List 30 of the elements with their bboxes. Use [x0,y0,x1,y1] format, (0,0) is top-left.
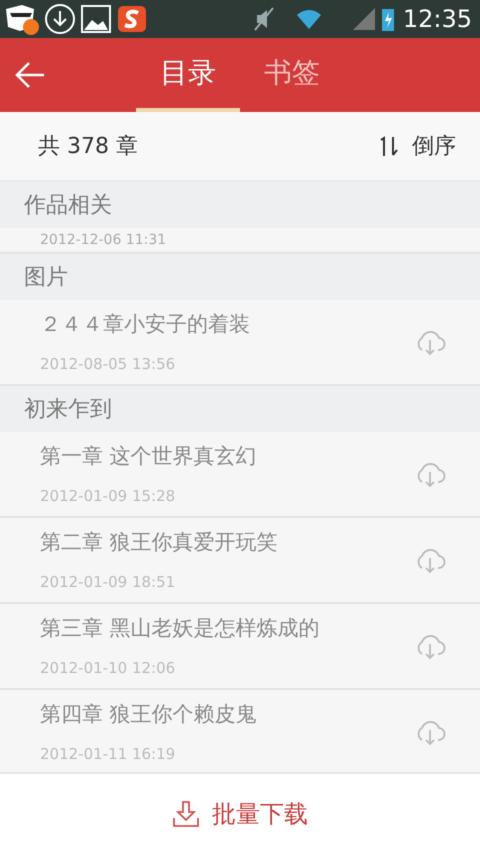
chapter-date: 2012-12-06 11:31 [40,231,166,249]
chapter-date: 2012-01-09 18:51 [40,572,176,592]
tab[interactable]: 书签 [240,38,344,112]
back-icon [14,61,46,89]
chapter-date: 2012-01-10 12:06 [40,658,176,678]
clock-time: 12:35 [402,4,472,35]
download-icon [44,3,76,35]
chapter-count: 共 378 章 [38,132,139,160]
wifi-icon [294,7,323,31]
sort-button[interactable]: 倒序 [378,130,456,162]
keyboard-app-icon [116,3,148,35]
batch-download-button[interactable]: 批量下载 [172,796,308,832]
mute-icon [252,6,275,32]
download-icon [172,800,200,828]
chapter-title: 第一章 这个世界真玄幻 [40,443,258,470]
chat-app-icon [4,3,40,35]
section-header: 初来乍到 [24,396,112,424]
image-icon [80,3,112,35]
chapter-title: ２４４章小安子的着装 [40,311,251,338]
chapter-title: 第二章 狼王你真爱开玩笑 [40,529,279,556]
chapter-title: 第三章 黑山老妖是怎样炼成的 [40,615,321,642]
chapter-date: 2012-01-09 15:28 [40,486,176,506]
chapter-date: 2012-01-11 16:19 [40,744,176,764]
sort-icon [378,135,400,157]
chapter-title: 第四章 狼王你个赖皮鬼 [40,701,258,728]
signal-icon [350,6,377,32]
section-header: 作品相关 [24,192,112,220]
battery-icon [380,6,395,32]
chapter-date: 2012-08-05 13:56 [40,354,176,374]
section-header: 图片 [24,264,68,292]
